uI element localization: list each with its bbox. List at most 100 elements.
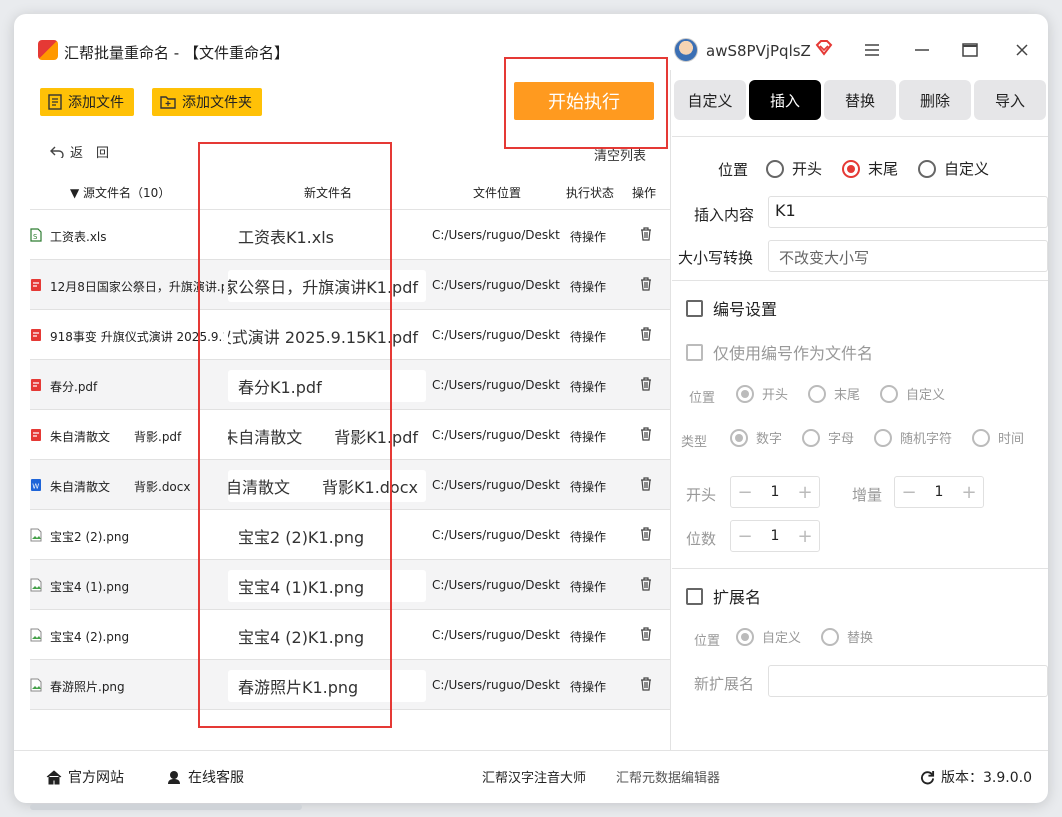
home-icon	[46, 769, 62, 784]
version-label: 版本：3.9.0.0	[941, 770, 1032, 786]
insert-content-input[interactable]: K1	[768, 196, 1048, 228]
tab-bar: 自定义 插入 替换 删除 导入	[672, 80, 1048, 122]
table-row[interactable]: 宝宝2 (2).png 宝宝2 (2)K1.png C:/Users/ruguo/D…	[30, 510, 670, 560]
source-filename: 春游照片.png	[50, 680, 125, 694]
tab-delete[interactable]: 删除	[899, 80, 971, 120]
table-row[interactable]: 宝宝4 (1).png 宝宝4 (1)K1.png C:/Users/ruguo/D…	[30, 560, 670, 610]
new-filename-field[interactable]: 春分K1.pdf	[228, 370, 426, 402]
number-position-custom[interactable]: 自定义	[880, 384, 945, 403]
close-icon[interactable]	[1006, 36, 1038, 64]
step-stepper[interactable]: −1 +	[894, 476, 984, 508]
add-file-button[interactable]: 添加文件	[40, 88, 134, 116]
new-filename: :自清散文 背影K1.docx	[228, 478, 418, 497]
app-logo-icon	[38, 40, 58, 60]
insert-position-start[interactable]: 开头	[766, 158, 822, 179]
minus-icon[interactable]: −	[731, 482, 759, 503]
tab-import[interactable]: 导入	[974, 80, 1046, 120]
new-filename-field[interactable]: 春游照片K1.png	[228, 670, 426, 702]
radio-icon	[808, 384, 827, 403]
table-row[interactable]: S 工资表.xls 工资表K1.xls C:/Users/ruguo/Deskt 待操作	[30, 210, 670, 260]
number-type-label: 类型	[681, 435, 708, 450]
radio-label: 开头	[792, 160, 823, 178]
trash-icon[interactable]	[638, 226, 654, 242]
insert-position-end[interactable]: 末尾	[842, 158, 898, 179]
plus-icon[interactable]: +	[791, 526, 819, 547]
table-row[interactable]: 朱自清散文 背影.pdf 朱自清散文 背影K1.pdf C:/Users/ruguo…	[30, 410, 670, 460]
digits-stepper[interactable]: −1 +	[730, 520, 820, 552]
new-filename-field[interactable]: 家公祭日，升旗演讲K1.pdf	[228, 270, 426, 302]
source-filename: 宝宝2 (2).png	[50, 530, 130, 544]
minus-icon[interactable]: −	[895, 482, 923, 503]
menu-icon[interactable]	[856, 36, 888, 64]
new-filename-field[interactable]: 宝宝4 (2)K1.png	[228, 620, 426, 652]
table-row[interactable]: W 朱自清散文 背影.docx:自清散文 背影K1.docx C:/Users/ru…	[30, 460, 670, 510]
pdf-file-icon	[30, 428, 42, 442]
sort-source-header[interactable]: ▼ 源文件名（10）	[70, 184, 170, 201]
case-convert-select[interactable]: 不改变大小写	[768, 240, 1048, 272]
table-row[interactable]: 12月8日国家公祭日，升旗演讲.p 家公祭日，升旗演讲K1.pdf C:/Users…	[30, 260, 670, 310]
trash-icon[interactable]	[638, 326, 654, 342]
extension-custom[interactable]: 自定义	[736, 627, 801, 646]
number-type-digit[interactable]: 数字	[730, 428, 782, 447]
extension-title: 扩展名	[713, 588, 762, 607]
only-number-label: 仅使用编号作为文件名	[713, 344, 874, 363]
new-filename-field[interactable]: 仪式演讲 2025.9.15K1.pdf	[228, 320, 426, 352]
start-button[interactable]: 开始执行	[514, 82, 654, 120]
trash-icon[interactable]	[638, 626, 654, 642]
case-convert-label: 大小写转换	[678, 249, 754, 267]
number-type-letter[interactable]: 字母	[802, 428, 854, 447]
tab-insert[interactable]: 插入	[749, 80, 821, 120]
version-info[interactable]: 版本：3.9.0.0	[920, 767, 1032, 787]
vip-diamond-icon[interactable]	[814, 38, 834, 58]
minimize-icon[interactable]	[906, 36, 938, 64]
trash-icon[interactable]	[638, 476, 654, 492]
pinyin-app-link[interactable]: 汇帮汉字注音大师	[482, 767, 586, 786]
trash-icon[interactable]	[638, 426, 654, 442]
new-filename-field[interactable]: 朱自清散文 背影K1.pdf	[228, 420, 426, 452]
radio-label: 时间	[998, 432, 1025, 447]
plus-icon[interactable]: +	[955, 482, 983, 503]
new-filename-field[interactable]: 工资表K1.xls	[228, 220, 426, 252]
username[interactable]: awS8PVjPqlsZ	[706, 42, 811, 60]
table-row[interactable]: 春分.pdf 春分K1.pdf C:/Users/ruguo/Deskt 待操作	[30, 360, 670, 410]
extension-replace[interactable]: 替换	[821, 627, 873, 646]
radio-label: 自定义	[762, 631, 802, 646]
number-type-random[interactable]: 随机字符	[874, 428, 952, 447]
user-avatar[interactable]	[674, 38, 698, 62]
table-row[interactable]: 918事变 升旗仪式演讲 2025.9.1 仪式演讲 2025.9.15K1.pd…	[30, 310, 670, 360]
new-filename-field[interactable]: :自清散文 背影K1.docx	[228, 470, 426, 502]
trash-icon[interactable]	[638, 526, 654, 542]
minus-icon[interactable]: −	[731, 526, 759, 547]
clear-list-button[interactable]: 清空列表	[594, 145, 646, 164]
add-folder-button[interactable]: 添加文件夹	[152, 88, 262, 116]
start-number-stepper[interactable]: −1 +	[730, 476, 820, 508]
trash-icon[interactable]	[638, 576, 654, 592]
number-position-start[interactable]: 开头	[736, 384, 788, 403]
back-button[interactable]: 返 回	[50, 142, 109, 161]
status-text: 待操作	[570, 380, 607, 394]
new-filename-field[interactable]: 宝宝4 (1)K1.png	[228, 570, 426, 602]
number-position-end[interactable]: 末尾	[808, 384, 860, 403]
number-position-radios: 开头 末尾 自定义	[736, 384, 965, 403]
new-extension-input[interactable]	[768, 665, 1048, 697]
tab-replace[interactable]: 替换	[824, 80, 896, 120]
website-link[interactable]: 官方网站	[46, 767, 124, 787]
new-name-header: 新文件名	[304, 186, 353, 200]
maximize-icon[interactable]	[954, 36, 986, 64]
tab-custom[interactable]: 自定义	[674, 80, 746, 120]
table-row[interactable]: 春游照片.png 春游照片K1.png C:/Users/ruguo/Deskt 待操…	[30, 660, 670, 710]
only-number-checkbox[interactable]: 仅使用编号作为文件名	[686, 340, 873, 364]
insert-position-custom[interactable]: 自定义	[918, 158, 989, 179]
trash-icon[interactable]	[638, 676, 654, 692]
number-type-time[interactable]: 时间	[972, 428, 1024, 447]
new-filename-field[interactable]: 宝宝2 (2)K1.png	[228, 520, 426, 552]
horizontal-scrollbar[interactable]	[30, 804, 302, 810]
table-row[interactable]: 宝宝4 (2).png 宝宝4 (2)K1.png C:/Users/ruguo/D…	[30, 610, 670, 660]
plus-icon[interactable]: +	[791, 482, 819, 503]
support-link[interactable]: 在线客服	[166, 767, 244, 787]
numbering-checkbox[interactable]: 编号设置	[686, 296, 777, 320]
extension-checkbox[interactable]: 扩展名	[686, 584, 761, 608]
trash-icon[interactable]	[638, 376, 654, 392]
trash-icon[interactable]	[638, 276, 654, 292]
metadata-app-link[interactable]: 汇帮元数据编辑器	[616, 767, 720, 786]
